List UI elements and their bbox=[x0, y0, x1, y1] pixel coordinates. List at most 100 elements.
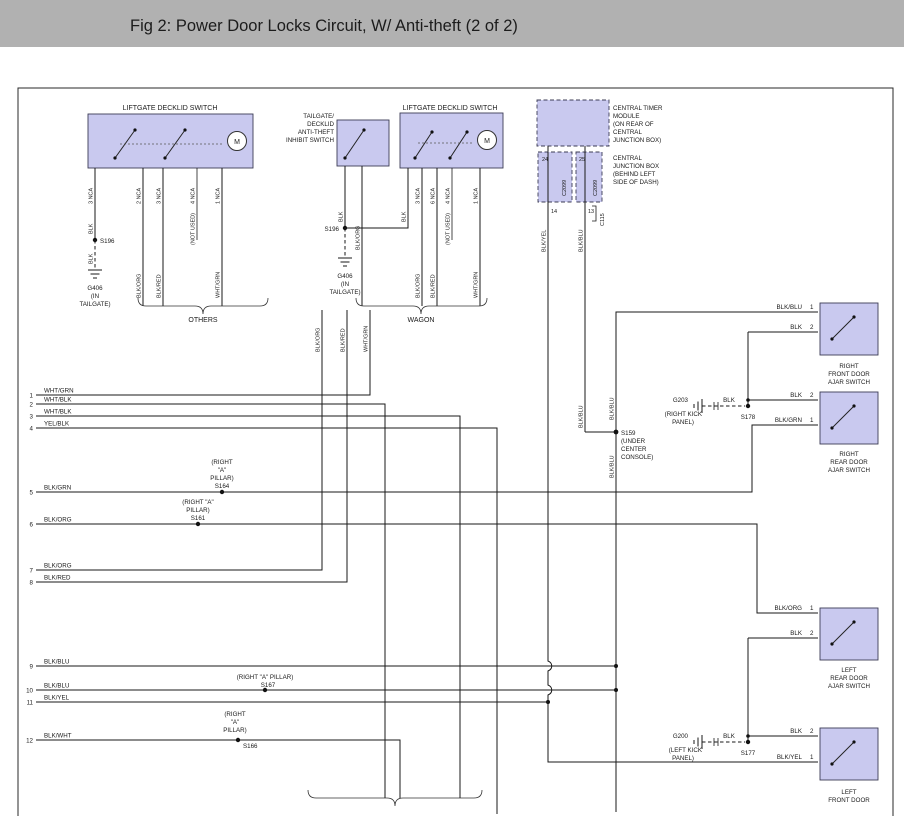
wire-label: BLK/RED bbox=[341, 328, 347, 352]
row-number: 8 bbox=[30, 580, 34, 587]
pin-label: 4 NCA bbox=[446, 187, 452, 204]
wire-label: BLK/YEL bbox=[777, 754, 803, 761]
splice-s178 bbox=[746, 404, 750, 408]
ground-label: G203 bbox=[673, 397, 689, 404]
row-label: BLK/BLU bbox=[44, 659, 69, 666]
pin-label: 1 NCA bbox=[474, 187, 480, 204]
door-caption: RIGHT bbox=[839, 363, 858, 370]
wire-label: BLK/BLU bbox=[610, 455, 616, 478]
row-number: 5 bbox=[30, 490, 34, 497]
splice-label: S166 bbox=[243, 743, 258, 750]
wire-blk bbox=[345, 168, 408, 228]
ground-label: G406 bbox=[337, 273, 353, 280]
door-ajar-front-right: BLK/BLU 1 BLK 2 RIGHT FRONT DOOR AJAR SW… bbox=[748, 303, 878, 386]
row-label: BLK/ORG bbox=[44, 517, 72, 524]
pin-number: 1 bbox=[810, 304, 814, 311]
timer-label: MODULE bbox=[613, 113, 639, 120]
splice-s159: S159 (UNDER CENTER CONSOLE) bbox=[614, 430, 654, 461]
pin-number: 13 bbox=[588, 209, 594, 215]
ground-loc: (LEFT KICK bbox=[669, 747, 703, 754]
ground-g200: BLK G200 (LEFT KICK PANEL) S177 bbox=[669, 638, 756, 762]
pin-number: 1 bbox=[810, 417, 814, 424]
wire-label: (NOT USED) bbox=[446, 213, 452, 245]
door-ajar-front-left: BLK 2 BLK/YEL 1 LEFT FRONT DOOR bbox=[748, 728, 878, 804]
splice-loc: "A" bbox=[231, 719, 240, 726]
splice-loc: (RIGHT "A" bbox=[182, 499, 213, 506]
row-label: BLK/WHT bbox=[44, 733, 72, 740]
row-number: 11 bbox=[27, 700, 34, 707]
wire-label: BLK bbox=[402, 211, 408, 222]
splice-label: S159 bbox=[621, 430, 636, 437]
splice-loc: CENTER bbox=[621, 446, 647, 453]
splice-s177 bbox=[746, 740, 750, 744]
door-caption: RIGHT bbox=[839, 451, 858, 458]
wire-row6 bbox=[36, 524, 818, 613]
wire-label: BLK bbox=[723, 733, 736, 740]
door-ajar-rear-right: BLK 2 BLK/GRN 1 RIGHT REAR DOOR AJAR SWI… bbox=[748, 392, 878, 474]
splice-loc: PILLAR) bbox=[210, 475, 233, 482]
splice-s166: (RIGHT "A" PILLAR) S166 bbox=[223, 711, 258, 750]
ground-g406-icon bbox=[338, 258, 352, 266]
door-caption: AJAR SWITCH bbox=[828, 467, 870, 474]
trunk-blk-org bbox=[36, 310, 322, 570]
harness-group-braces: OTHERS WAGON bbox=[138, 298, 487, 806]
door-switch-box bbox=[820, 392, 878, 444]
ground-label: G406 bbox=[87, 285, 103, 292]
group-others-label: OTHERS bbox=[188, 317, 218, 324]
pin-label: 2 NCA bbox=[137, 187, 143, 204]
junction-label: (BEHIND LEFT bbox=[613, 171, 656, 178]
pin-number: 2 bbox=[810, 392, 814, 399]
pin-label: 3 NCA bbox=[416, 187, 422, 204]
wire-blk-blu-main bbox=[616, 312, 818, 812]
ground-g203: BLK G203 (RIGHT KICK PANEL) S178 bbox=[665, 332, 756, 426]
wire-label: BLK bbox=[790, 392, 803, 399]
liftgate-switch-left: LIFTGATE DECKLID SWITCH M 3 NCA BLK S196… bbox=[79, 105, 253, 308]
pin-number: 14 bbox=[551, 209, 557, 215]
door-caption: AJAR SWITCH bbox=[828, 379, 870, 386]
right-switch-title: LIFTGATE DECKLID SWITCH bbox=[403, 105, 498, 112]
splice-label: S196 bbox=[100, 238, 115, 245]
pin-number: 1 bbox=[810, 605, 814, 612]
row-label: WHT/BLK bbox=[44, 409, 72, 416]
splice-s164: (RIGHT "A" PILLAR) S164 bbox=[210, 459, 233, 494]
wire-row5 bbox=[36, 425, 818, 492]
wire-label: BLK/ORG bbox=[774, 605, 802, 612]
row-label: BLK/BLU bbox=[44, 683, 69, 690]
junction-dot bbox=[746, 734, 750, 738]
wire-label: BLK bbox=[89, 253, 95, 264]
row-number: 7 bbox=[30, 568, 34, 575]
splice-s161: (RIGHT "A" PILLAR) S161 bbox=[182, 499, 213, 526]
door-caption: LEFT bbox=[841, 667, 856, 674]
motor-label: M bbox=[234, 139, 240, 146]
inhibit-title: DECKLID bbox=[307, 121, 334, 128]
row-number: 1 bbox=[30, 393, 34, 400]
row-label: BLK/YEL bbox=[44, 695, 70, 702]
wire-label: BLK/BLU bbox=[777, 304, 802, 311]
splice-label: S196 bbox=[325, 226, 340, 233]
group-wagon-label: WAGON bbox=[408, 317, 435, 324]
row-label: YEL/BLK bbox=[44, 421, 70, 428]
trunk-blk-red bbox=[36, 310, 347, 582]
splice-label: S161 bbox=[191, 515, 206, 522]
wire-label: BLK/RED bbox=[431, 274, 437, 298]
row-label: WHT/BLK bbox=[44, 397, 72, 404]
wire-label: BLK bbox=[790, 324, 803, 331]
wire-label: BLK/BLU bbox=[579, 405, 585, 428]
wire-label: BLK/ORG bbox=[356, 226, 362, 250]
splice-label: S178 bbox=[741, 414, 756, 421]
door-ajar-rear-left: BLK/ORG 1 BLK 2 LEFT REAR DOOR AJAR SWIT… bbox=[748, 605, 878, 690]
wire-label: BLK bbox=[339, 211, 345, 222]
timer-label: JUNCTION BOX) bbox=[613, 137, 661, 144]
ground-loc: TAILGATE) bbox=[79, 301, 110, 308]
junction-label: JUNCTION BOX bbox=[613, 163, 659, 170]
door-caption: REAR DOOR bbox=[830, 675, 868, 682]
ground-loc: (IN bbox=[341, 281, 349, 288]
junction-label: SIDE OF DASH) bbox=[613, 179, 659, 186]
page-title: Fig 2: Power Door Locks Circuit, W/ Anti… bbox=[130, 17, 518, 35]
ground-g406-left-icon bbox=[88, 270, 102, 278]
pin-label: 1 NCA bbox=[216, 187, 222, 204]
door-caption: FRONT DOOR bbox=[828, 371, 870, 378]
row-label: BLK/RED bbox=[44, 575, 71, 582]
ground-loc: (RIGHT KICK bbox=[665, 411, 703, 418]
wire-label: (NOT USED) bbox=[191, 213, 197, 245]
